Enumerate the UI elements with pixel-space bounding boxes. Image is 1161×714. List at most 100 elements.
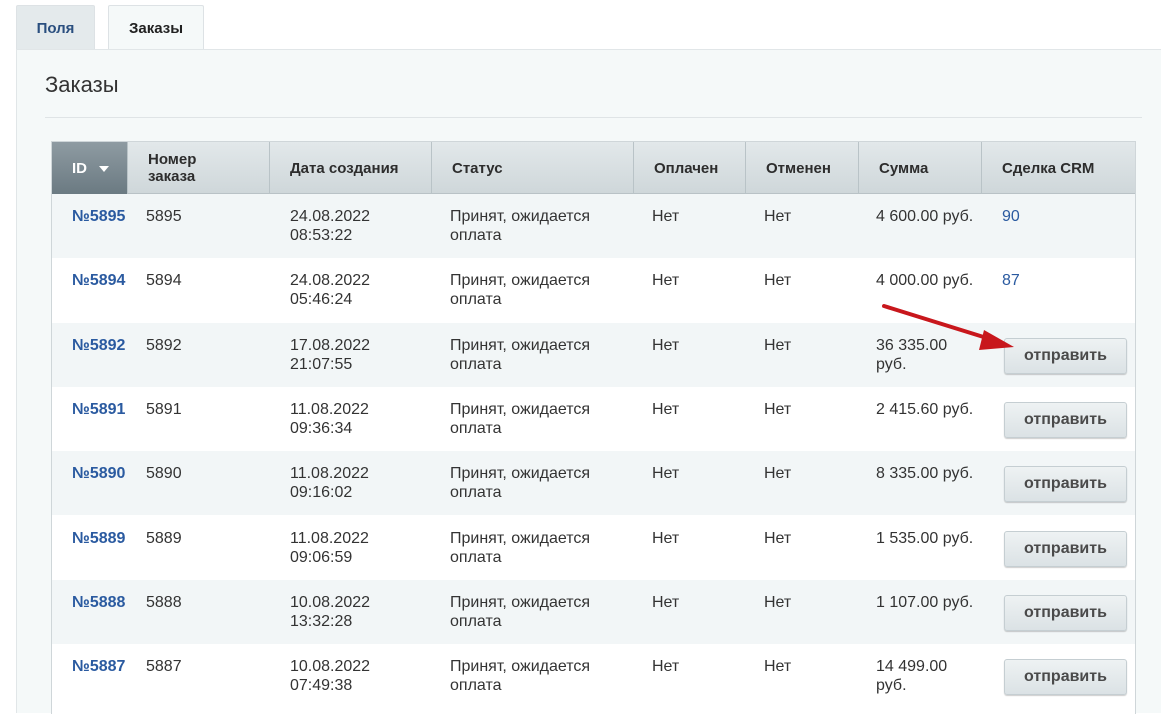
crm-cell: 90 (982, 194, 1135, 258)
paid-cell: Нет (652, 529, 680, 547)
tab-fields[interactable]: Поля (16, 5, 95, 50)
status-cell: Принят, ожидается оплата (450, 272, 591, 309)
created-time: 09:36:34 (290, 419, 353, 437)
sum-cell: 1 535.00 руб. (876, 529, 974, 547)
paid-cell: Нет (652, 208, 680, 225)
sum-cell: 4 000.00 руб. (876, 272, 974, 290)
created-date: 17.08.2022 (290, 336, 371, 354)
column-header-order-number[interactable]: Номер заказа (128, 142, 270, 194)
order-id-link[interactable]: №5890 (72, 465, 125, 482)
created-date: 11.08.2022 (290, 400, 369, 418)
order-id-cell: №5890 (52, 451, 128, 515)
created-time: 08:53:22 (290, 227, 353, 244)
table-row: №5891 5891 11.08.2022 09:36:34 Принят, ожида… (52, 386, 1135, 451)
created-date: 24.08.2022 (290, 272, 371, 290)
crm-cell: отправить (982, 644, 1135, 708)
paid-cell: Нет (652, 593, 680, 611)
created-time: 13:32:28 (290, 612, 353, 630)
sort-desc-arrow-icon (99, 166, 109, 172)
status-cell: Принят, ожидается оплата (450, 529, 591, 566)
crm-deal-link[interactable]: 87 (1002, 272, 1020, 289)
order-number-cell: 5895 (146, 208, 182, 225)
status-cell: Принят, ожидается оплата (450, 208, 591, 244)
column-header-status[interactable]: Статус (432, 142, 634, 194)
send-to-crm-button[interactable]: отправить (1004, 337, 1127, 374)
tab-orders[interactable]: Заказы (108, 5, 204, 51)
created-cell: 17.08.2022 21:07:55 (270, 323, 432, 387)
order-id-link[interactable]: №5889 (72, 530, 125, 547)
page-title: Заказы (45, 72, 119, 97)
order-id-cell: №5892 (52, 323, 128, 387)
status-cell: Принят, ожидается оплата (450, 336, 591, 373)
order-id-cell: №5889 (52, 516, 128, 580)
send-to-crm-button[interactable]: отправить (1004, 466, 1127, 503)
created-cell: 10.08.2022 07:49:38 (270, 644, 432, 708)
column-header-sum[interactable]: Сумма (859, 142, 982, 194)
column-header-cancelled[interactable]: Отменен (746, 142, 859, 194)
status-cell: Принят, ожидается оплата (450, 400, 591, 437)
cancelled-cell: Нет (764, 658, 792, 676)
sum-cell: 2 415.60 руб. (876, 400, 974, 418)
created-time: 09:16:02 (290, 484, 353, 502)
order-id-link[interactable]: №5888 (72, 594, 125, 611)
send-to-crm-button[interactable]: отправить (1004, 659, 1127, 696)
crm-cell: отправить (982, 387, 1135, 451)
order-number-cell: 5889 (146, 529, 182, 547)
paid-cell: Нет (652, 658, 680, 676)
created-cell: 11.08.2022 09:16:02 (270, 451, 432, 515)
order-number-cell: 5887 (146, 658, 182, 676)
created-time: 09:06:59 (290, 548, 353, 566)
order-number-cell: 5891 (146, 400, 182, 418)
table-row: №5892 5892 17.08.2022 21:07:55 Принят, ожида… (52, 322, 1135, 387)
table-row: №5890 5890 11.08.2022 09:16:02 Принят, ожида… (52, 451, 1135, 516)
order-id-cell: №5894 (52, 258, 128, 322)
cancelled-cell: Нет (764, 593, 792, 611)
column-header-crm-deal[interactable]: Сделка CRM (982, 142, 1135, 194)
order-number-cell: 5888 (146, 593, 182, 611)
sum-cell: 8 335.00 руб. (876, 465, 974, 483)
send-to-crm-button[interactable]: отправить (1004, 594, 1127, 631)
order-id-cell: №5888 (52, 580, 128, 644)
send-to-crm-button[interactable]: отправить (1004, 401, 1127, 438)
cancelled-cell: Нет (764, 400, 792, 418)
order-id-cell: №5887 (52, 644, 128, 708)
crm-deal-link[interactable]: 90 (1002, 208, 1020, 225)
created-cell: 11.08.2022 09:06:59 (270, 516, 432, 580)
cancelled-cell: Нет (764, 336, 792, 354)
table-row: №5894 5894 24.08.2022 05:46:24 Принят, ожида… (52, 258, 1135, 323)
table-header: ID Номер заказа Дата создания Статус Опл… (52, 142, 1135, 194)
column-header-id[interactable]: ID (52, 142, 128, 194)
crm-cell: отправить (982, 451, 1135, 515)
order-number-cell: 5894 (146, 272, 182, 290)
order-id-link[interactable]: №5891 (72, 401, 125, 418)
crm-cell: отправить (982, 516, 1135, 580)
table-row: №5895 5895 24.08.2022 08:53:22 Принят, ожида… (52, 194, 1135, 258)
crm-cell: отправить (982, 323, 1135, 387)
column-header-created[interactable]: Дата создания (270, 142, 432, 194)
created-date: 11.08.2022 (290, 465, 369, 483)
column-header-order-number-label: Номер заказа (148, 151, 197, 185)
orders-table: ID Номер заказа Дата создания Статус Опл… (51, 141, 1136, 714)
order-id-link[interactable]: №5892 (72, 337, 125, 354)
created-time: 21:07:55 (290, 355, 353, 373)
created-cell: 24.08.2022 05:46:24 (270, 258, 432, 322)
order-id-link[interactable]: №5887 (72, 658, 125, 675)
orders-panel: Заказы ID Номер заказа Дата создания Ста… (16, 49, 1161, 714)
order-id-link[interactable]: №5894 (72, 272, 125, 289)
created-date: 10.08.2022 (290, 658, 371, 676)
sum-cell: 4 600.00 руб. (876, 208, 974, 225)
order-id-link[interactable]: №5895 (72, 208, 125, 225)
paid-cell: Нет (652, 400, 680, 418)
cancelled-cell: Нет (764, 465, 792, 483)
sum-cell: 36 335.00 руб. (876, 336, 948, 373)
column-header-id-label: ID (72, 159, 87, 177)
crm-cell: отправить (982, 580, 1135, 644)
created-date: 11.08.2022 (290, 529, 369, 547)
column-header-paid[interactable]: Оплачен (634, 142, 746, 194)
send-to-crm-button[interactable]: отправить (1004, 530, 1127, 567)
table-row: №5889 5889 11.08.2022 09:06:59 Принят, ожида… (52, 515, 1135, 580)
paid-cell: Нет (652, 465, 680, 483)
status-cell: Принят, ожидается оплата (450, 658, 591, 695)
paid-cell: Нет (652, 336, 680, 354)
created-time: 05:46:24 (290, 291, 353, 309)
